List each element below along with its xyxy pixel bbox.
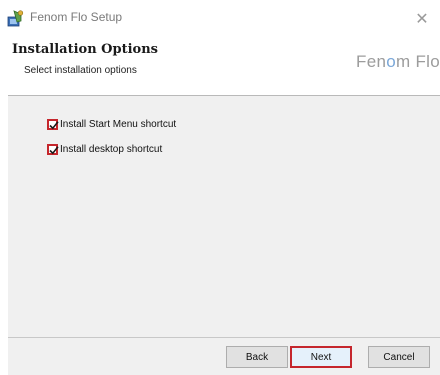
window-title: Fenom Flo Setup [30, 10, 123, 24]
setup-window: Fenom Flo Setup ✕ Installation Options S… [0, 0, 440, 375]
page-subtitle: Select installation options [24, 65, 137, 76]
back-button[interactable]: Back [226, 346, 288, 368]
header-banner: Installation Options Select installation… [8, 36, 440, 94]
option-label: Install desktop shortcut [60, 144, 163, 155]
desktop-shortcut-checkbox[interactable] [47, 144, 59, 155]
logo-text-start: Fen [356, 52, 387, 71]
checkmark-icon [49, 146, 59, 155]
option-label: Install Start Menu shortcut [60, 119, 177, 130]
title-bar: Fenom Flo Setup ✕ [0, 0, 440, 36]
close-button[interactable]: ✕ [404, 0, 440, 36]
options-panel: Install Start Menu shortcut Install desk… [8, 96, 440, 337]
logo-text-accent: o [386, 52, 396, 71]
page-title: Installation Options [12, 42, 158, 57]
checkmark-icon [49, 121, 59, 130]
start-menu-shortcut-checkbox[interactable] [47, 119, 59, 130]
installer-icon [7, 10, 24, 27]
option-desktop-shortcut[interactable]: Install desktop shortcut [47, 144, 162, 155]
option-start-menu-shortcut[interactable]: Install Start Menu shortcut [47, 119, 176, 130]
logo-text-end: m Flo [396, 52, 440, 71]
next-button[interactable]: Next [290, 346, 352, 368]
button-bar: Back Next Cancel [8, 338, 440, 375]
brand-logo: Fenom Flo [356, 52, 440, 72]
close-icon: ✕ [415, 8, 429, 28]
cancel-button[interactable]: Cancel [368, 346, 430, 368]
